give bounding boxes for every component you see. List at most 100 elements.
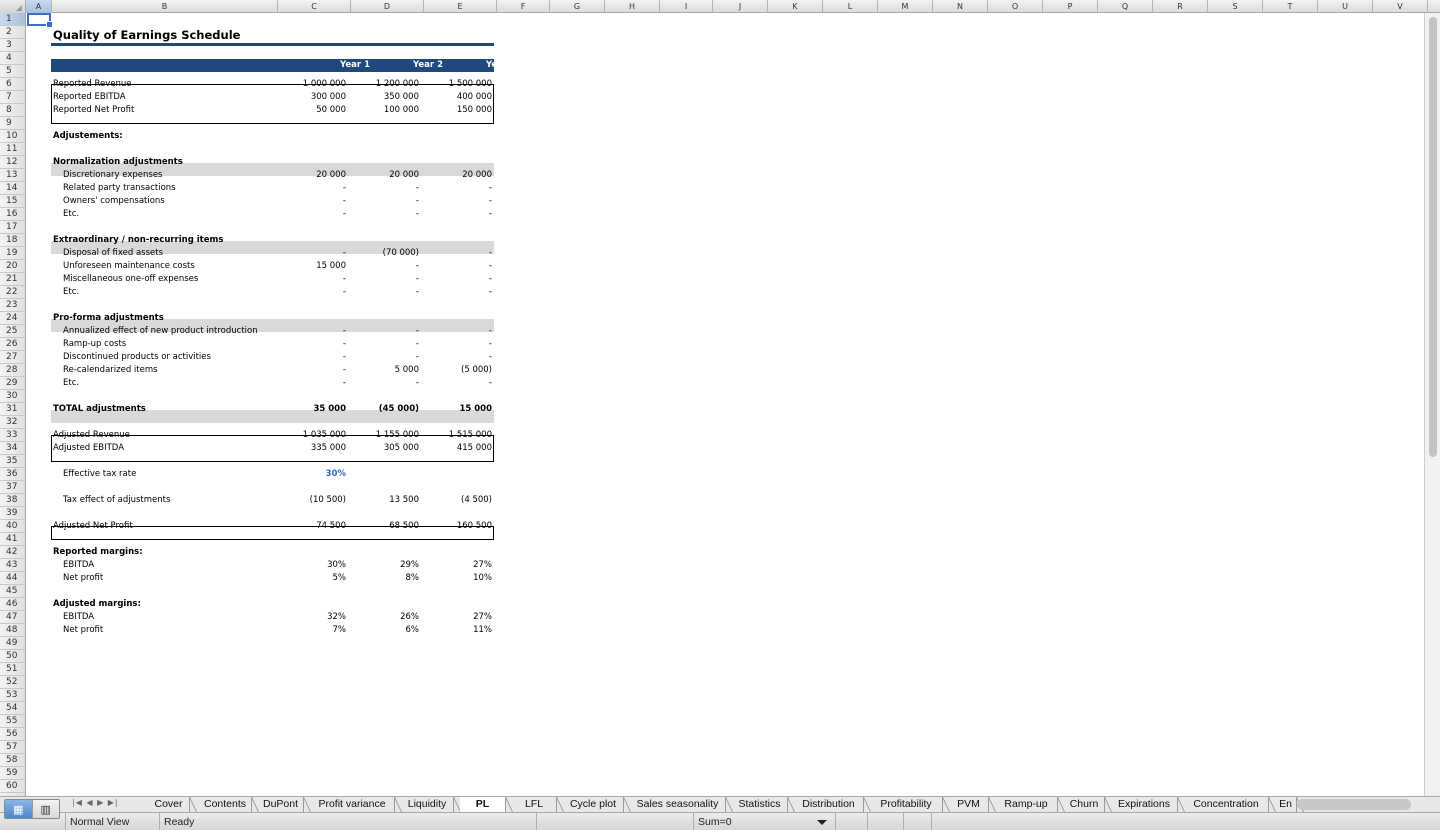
extraordinary-row-label[interactable]: Unforeseen maintenance costs — [63, 260, 195, 273]
row-header-19[interactable]: 19 — [0, 247, 25, 260]
adjusted_margins-row-label[interactable]: Net profit — [63, 624, 103, 637]
proforma-row-year-1[interactable]: - — [272, 351, 350, 364]
row-header-51[interactable]: 51 — [0, 663, 25, 676]
horizontal-scroll-thumb[interactable] — [1297, 799, 1411, 810]
extraordinary-row-year-3[interactable]: - — [423, 273, 496, 286]
row-header-54[interactable]: 54 — [0, 702, 25, 715]
column-header-j[interactable]: J — [713, 0, 768, 13]
row-header-37[interactable]: 37 — [0, 481, 25, 494]
column-header-d[interactable]: D — [351, 0, 424, 13]
normalization-row-year-2[interactable]: - — [350, 208, 423, 221]
reported_margins-row-year-2[interactable]: 29% — [350, 559, 423, 572]
normal-view-icon[interactable]: ▦ — [5, 800, 33, 818]
column-header-u[interactable]: U — [1318, 0, 1373, 13]
row-header-28[interactable]: 28 — [0, 364, 25, 377]
reported_margins-row-year-1[interactable]: 5% — [272, 572, 350, 585]
adjusted_margins-row-year-2[interactable]: 6% — [350, 624, 423, 637]
proforma-row-year-2[interactable]: - — [350, 377, 423, 390]
normalization-row-year-1[interactable]: - — [272, 182, 350, 195]
adjusted-row-year-1[interactable]: 335 000 — [272, 442, 350, 455]
reported-row-year-2[interactable]: 350 000 — [350, 91, 423, 104]
row-header-32[interactable]: 32 — [0, 416, 25, 429]
proforma-row-year-3[interactable]: - — [423, 377, 496, 390]
tab-distribution[interactable]: Distribution — [794, 797, 864, 812]
adjusted_margins-row-year-1[interactable]: 7% — [272, 624, 350, 637]
reported-row-year-2[interactable]: 1 200 000 — [350, 78, 423, 91]
extraordinary-row-year-2[interactable]: - — [350, 260, 423, 273]
tax-effect-year-2[interactable]: 13 500 — [350, 494, 423, 507]
tab-churn[interactable]: Churn — [1064, 797, 1105, 812]
page-layout-view-icon[interactable]: ▥ — [33, 800, 60, 818]
column-header-c[interactable]: C — [278, 0, 351, 13]
row-header-59[interactable]: 59 — [0, 767, 25, 780]
column-header-m[interactable]: M — [878, 0, 933, 13]
reported-row-year-3[interactable]: 150 000 — [423, 104, 496, 117]
proforma-row-year-2[interactable]: 5 000 — [350, 364, 423, 377]
row-header-41[interactable]: 41 — [0, 533, 25, 546]
row-header-22[interactable]: 22 — [0, 286, 25, 299]
view-switcher[interactable]: ▦ ▥ — [4, 799, 60, 819]
row-header-25[interactable]: 25 — [0, 325, 25, 338]
total-adjustments-year-1[interactable]: 35 000 — [272, 403, 350, 416]
adjusted-row-label[interactable]: Adjusted EBITDA — [53, 442, 124, 455]
tab-concentration[interactable]: Concentration — [1184, 797, 1269, 812]
row-header-21[interactable]: 21 — [0, 273, 25, 286]
normalization-row-year-1[interactable]: 20 000 — [272, 169, 350, 182]
tab-cover[interactable]: Cover — [148, 797, 190, 812]
row-header-12[interactable]: 12 — [0, 156, 25, 169]
tab-ramp-up[interactable]: Ramp-up — [995, 797, 1058, 812]
adjusted_margins-row-year-3[interactable]: 11% — [423, 624, 496, 637]
row-header-58[interactable]: 58 — [0, 754, 25, 767]
row-header-57[interactable]: 57 — [0, 741, 25, 754]
vertical-scrollbar[interactable] — [1424, 13, 1440, 796]
row-header-39[interactable]: 39 — [0, 507, 25, 520]
row-header-8[interactable]: 8 — [0, 104, 25, 117]
reported_margins-row-label[interactable]: Net profit — [63, 572, 103, 585]
extraordinary-header[interactable]: Extraordinary / non-recurring items — [53, 234, 223, 247]
column-header-r[interactable]: R — [1153, 0, 1208, 13]
reported_margins-row-label[interactable]: EBITDA — [63, 559, 94, 572]
worksheet-grid[interactable]: Quality of Earnings Schedule Year 1 Year… — [27, 13, 1424, 796]
row-header-20[interactable]: 20 — [0, 260, 25, 273]
row-header-52[interactable]: 52 — [0, 676, 25, 689]
row-header-10[interactable]: 10 — [0, 130, 25, 143]
proforma-row-label[interactable]: Ramp-up costs — [63, 338, 126, 351]
tab-en[interactable]: En — [1275, 797, 1297, 812]
adjusted_margins-row-year-1[interactable]: 32% — [272, 611, 350, 624]
row-header-36[interactable]: 36 — [0, 468, 25, 481]
column-header-f[interactable]: F — [497, 0, 550, 13]
row-header-60[interactable]: 60 — [0, 780, 25, 793]
row-header-45[interactable]: 45 — [0, 585, 25, 598]
adjusted-net-profit-year-2[interactable]: 68 500 — [350, 520, 423, 533]
adjusted-row-year-1[interactable]: 1 035 000 — [272, 429, 350, 442]
row-header-30[interactable]: 30 — [0, 390, 25, 403]
reported-row-label[interactable]: Reported EBITDA — [53, 91, 126, 104]
normalization-row-year-1[interactable]: - — [272, 208, 350, 221]
reported_margins-row-year-2[interactable]: 8% — [350, 572, 423, 585]
row-header-40[interactable]: 40 — [0, 520, 25, 533]
proforma-row-label[interactable]: Annualized effect of new product introdu… — [63, 325, 258, 338]
adjusted-row-year-3[interactable]: 1 515 000 — [423, 429, 496, 442]
proforma-row-year-3[interactable]: - — [423, 351, 496, 364]
column-header-h[interactable]: H — [605, 0, 660, 13]
column-header-a[interactable]: A — [26, 0, 52, 13]
tab-lfl[interactable]: LFL — [512, 797, 557, 812]
adjusted_margins-row-label[interactable]: EBITDA — [63, 611, 94, 624]
row-header-46[interactable]: 46 — [0, 598, 25, 611]
extraordinary-row-year-1[interactable]: - — [272, 286, 350, 299]
column-header-l[interactable]: L — [823, 0, 878, 13]
reported-row-label[interactable]: Reported Revenue — [53, 78, 132, 91]
tax-rate-input[interactable]: 30% — [272, 468, 350, 481]
normalization-row-year-2[interactable]: - — [350, 195, 423, 208]
proforma-row-year-1[interactable]: - — [272, 364, 350, 377]
row-header-15[interactable]: 15 — [0, 195, 25, 208]
reported-row-year-3[interactable]: 1 500 000 — [423, 78, 496, 91]
row-header-43[interactable]: 43 — [0, 559, 25, 572]
tab-pl[interactable]: PL — [460, 797, 506, 812]
column-header-e[interactable]: E — [424, 0, 497, 13]
normalization-row-year-3[interactable]: 20 000 — [423, 169, 496, 182]
tab-dupont[interactable]: DuPont — [258, 797, 304, 812]
vertical-scroll-thumb[interactable] — [1429, 17, 1437, 457]
proforma-row-year-3[interactable]: - — [423, 338, 496, 351]
column-header-o[interactable]: O — [988, 0, 1043, 13]
